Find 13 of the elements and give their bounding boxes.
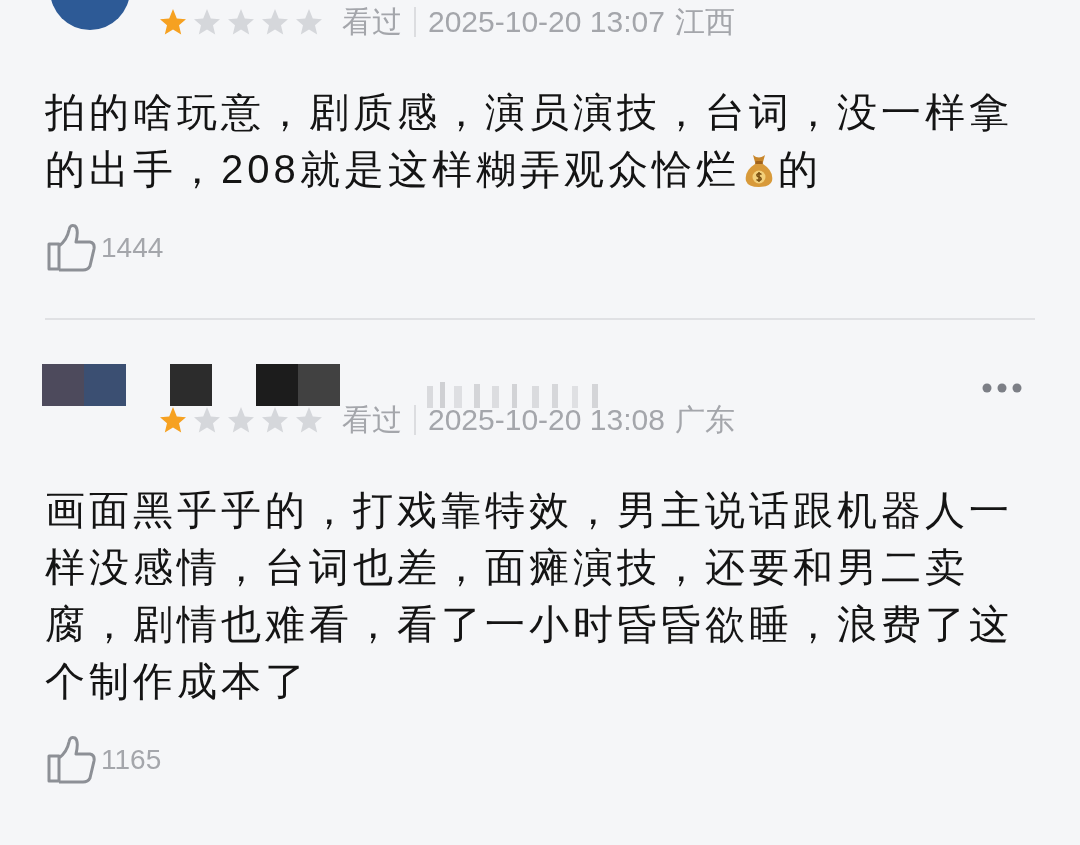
like-count: 1165 bbox=[101, 744, 162, 776]
review-region: 广东 bbox=[674, 401, 735, 438]
review-text: 画面黑乎乎的，打戏靠特效，男主说话跟机器人一样没感情，台词也差，面瘫演技，还要和男二卖腐，剧情也难看，看了一小时昏昏欲睡，浪费了这个制作成本了 bbox=[45, 487, 1014, 705]
review-time: 2025-10-20 13:08 bbox=[428, 403, 665, 437]
more-icon[interactable] bbox=[982, 383, 1022, 393]
thumbs-up-icon[interactable] bbox=[45, 734, 97, 786]
review-text: 拍的啥玩意，剧质感，演员演技，台词，没一样拿的出手，208就是这样糊弄观众恰烂 的 bbox=[45, 89, 1014, 193]
review-region: 江西 bbox=[674, 3, 735, 40]
thumbs-up-icon[interactable] bbox=[45, 222, 97, 274]
review-time: 2025-10-20 13:07 bbox=[428, 5, 665, 39]
like-count: 1444 bbox=[101, 232, 164, 264]
watch-status: 看过 bbox=[342, 3, 402, 40]
watch-status: 看过 bbox=[342, 401, 402, 438]
